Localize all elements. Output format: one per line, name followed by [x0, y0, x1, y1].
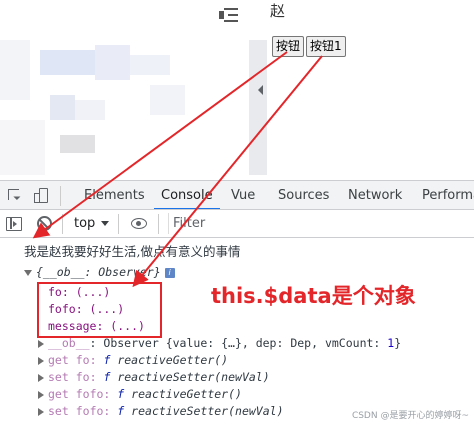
expand-triangle-icon[interactable] — [24, 269, 32, 276]
accessor-key: fofo — [75, 387, 104, 401]
expand-triangle-icon[interactable] — [38, 339, 44, 348]
expand-triangle-icon[interactable] — [38, 390, 44, 399]
divider — [62, 214, 63, 234]
app-button-1[interactable]: 按钮1 — [306, 36, 346, 57]
accessor-fn: reactiveSetter(newVal) — [131, 404, 284, 418]
chevron-left-icon[interactable] — [258, 85, 263, 95]
chevron-down-icon[interactable] — [101, 221, 109, 226]
info-icon[interactable]: i — [164, 267, 175, 278]
log-message: 我是赵我要好好生活,做点有意义的事情 — [24, 244, 241, 259]
object-header: {__ob__: Observer} — [36, 265, 161, 279]
app-button[interactable]: 按钮 — [272, 36, 305, 57]
accessor-fn: reactiveGetter() — [131, 387, 242, 401]
accessor-fn: reactiveGetter() — [117, 353, 229, 367]
accessor-row[interactable]: get fofo: f reactiveGetter() — [38, 387, 242, 401]
function-glyph: f — [117, 404, 125, 418]
tab-elements[interactable]: Elements — [84, 181, 145, 209]
function-glyph: f — [103, 370, 111, 384]
accessor-row[interactable]: set fo: f reactiveSetter(newVal) — [38, 370, 270, 384]
accessor-fn: reactiveSetter(newVal) — [117, 370, 270, 384]
context-selector[interactable]: top — [74, 210, 95, 237]
watermark: CSDN @是要开心的婷婷呀~ — [351, 411, 469, 421]
accessor-key: fo — [75, 353, 90, 367]
tab-network[interactable]: Network — [348, 181, 402, 209]
devtools-tab-bar: Elements Console Vue Sources Network Per… — [0, 180, 474, 210]
expand-triangle-icon[interactable] — [38, 407, 44, 416]
app-title-char: 赵 — [270, 2, 286, 20]
object-row[interactable]: {__ob__: Observer} i — [24, 265, 175, 279]
tab-vue[interactable]: Vue — [231, 181, 255, 209]
device-toolbar-icon[interactable] — [34, 188, 50, 204]
accessor-kw: get — [48, 353, 69, 367]
inspect-element-icon[interactable] — [8, 189, 19, 200]
console-toolbar: top Filter — [0, 210, 474, 238]
accessor-kw: get — [48, 387, 69, 401]
accessor-key: fofo — [75, 404, 104, 418]
clear-console-icon[interactable] — [37, 216, 52, 231]
tab-performance[interactable]: Performa — [422, 181, 474, 209]
function-glyph: f — [103, 353, 111, 367]
live-expression-eye-icon[interactable] — [131, 218, 147, 229]
expand-triangle-icon[interactable] — [38, 373, 44, 382]
menu-collapse-icon[interactable] — [219, 7, 239, 23]
tab-console[interactable]: Console — [154, 181, 220, 209]
accessor-row[interactable]: get fo: f reactiveGetter() — [38, 353, 228, 367]
ob-close: } — [394, 336, 402, 350]
expand-triangle-icon[interactable] — [38, 356, 44, 365]
divider — [158, 214, 159, 234]
show-sidebar-icon[interactable] — [6, 217, 22, 231]
accessor-kw: set — [48, 404, 69, 418]
annotation-label: this.$data是个对象 — [211, 284, 416, 308]
app-preview: 赵 按钮 按钮1 — [0, 0, 474, 180]
divider — [60, 186, 61, 206]
ob-text: : Observer {value: {…}, dep: Dep, vmCoun… — [89, 336, 388, 350]
function-glyph: f — [117, 387, 125, 401]
highlight-box — [37, 282, 162, 338]
accessor-key: fo — [75, 370, 90, 384]
divider — [118, 214, 119, 234]
accessor-row[interactable]: set fofo: f reactiveSetter(newVal) — [38, 404, 284, 418]
splitter-bar[interactable] — [249, 40, 267, 175]
ob-key: __ob__ — [48, 336, 90, 350]
tab-sources[interactable]: Sources — [278, 181, 329, 209]
filter-input[interactable]: Filter — [168, 213, 474, 234]
accessor-kw: set — [48, 370, 69, 384]
blurred-content — [0, 40, 250, 180]
ob-row[interactable]: __ob__: Observer {value: {…}, dep: Dep, … — [38, 336, 401, 350]
